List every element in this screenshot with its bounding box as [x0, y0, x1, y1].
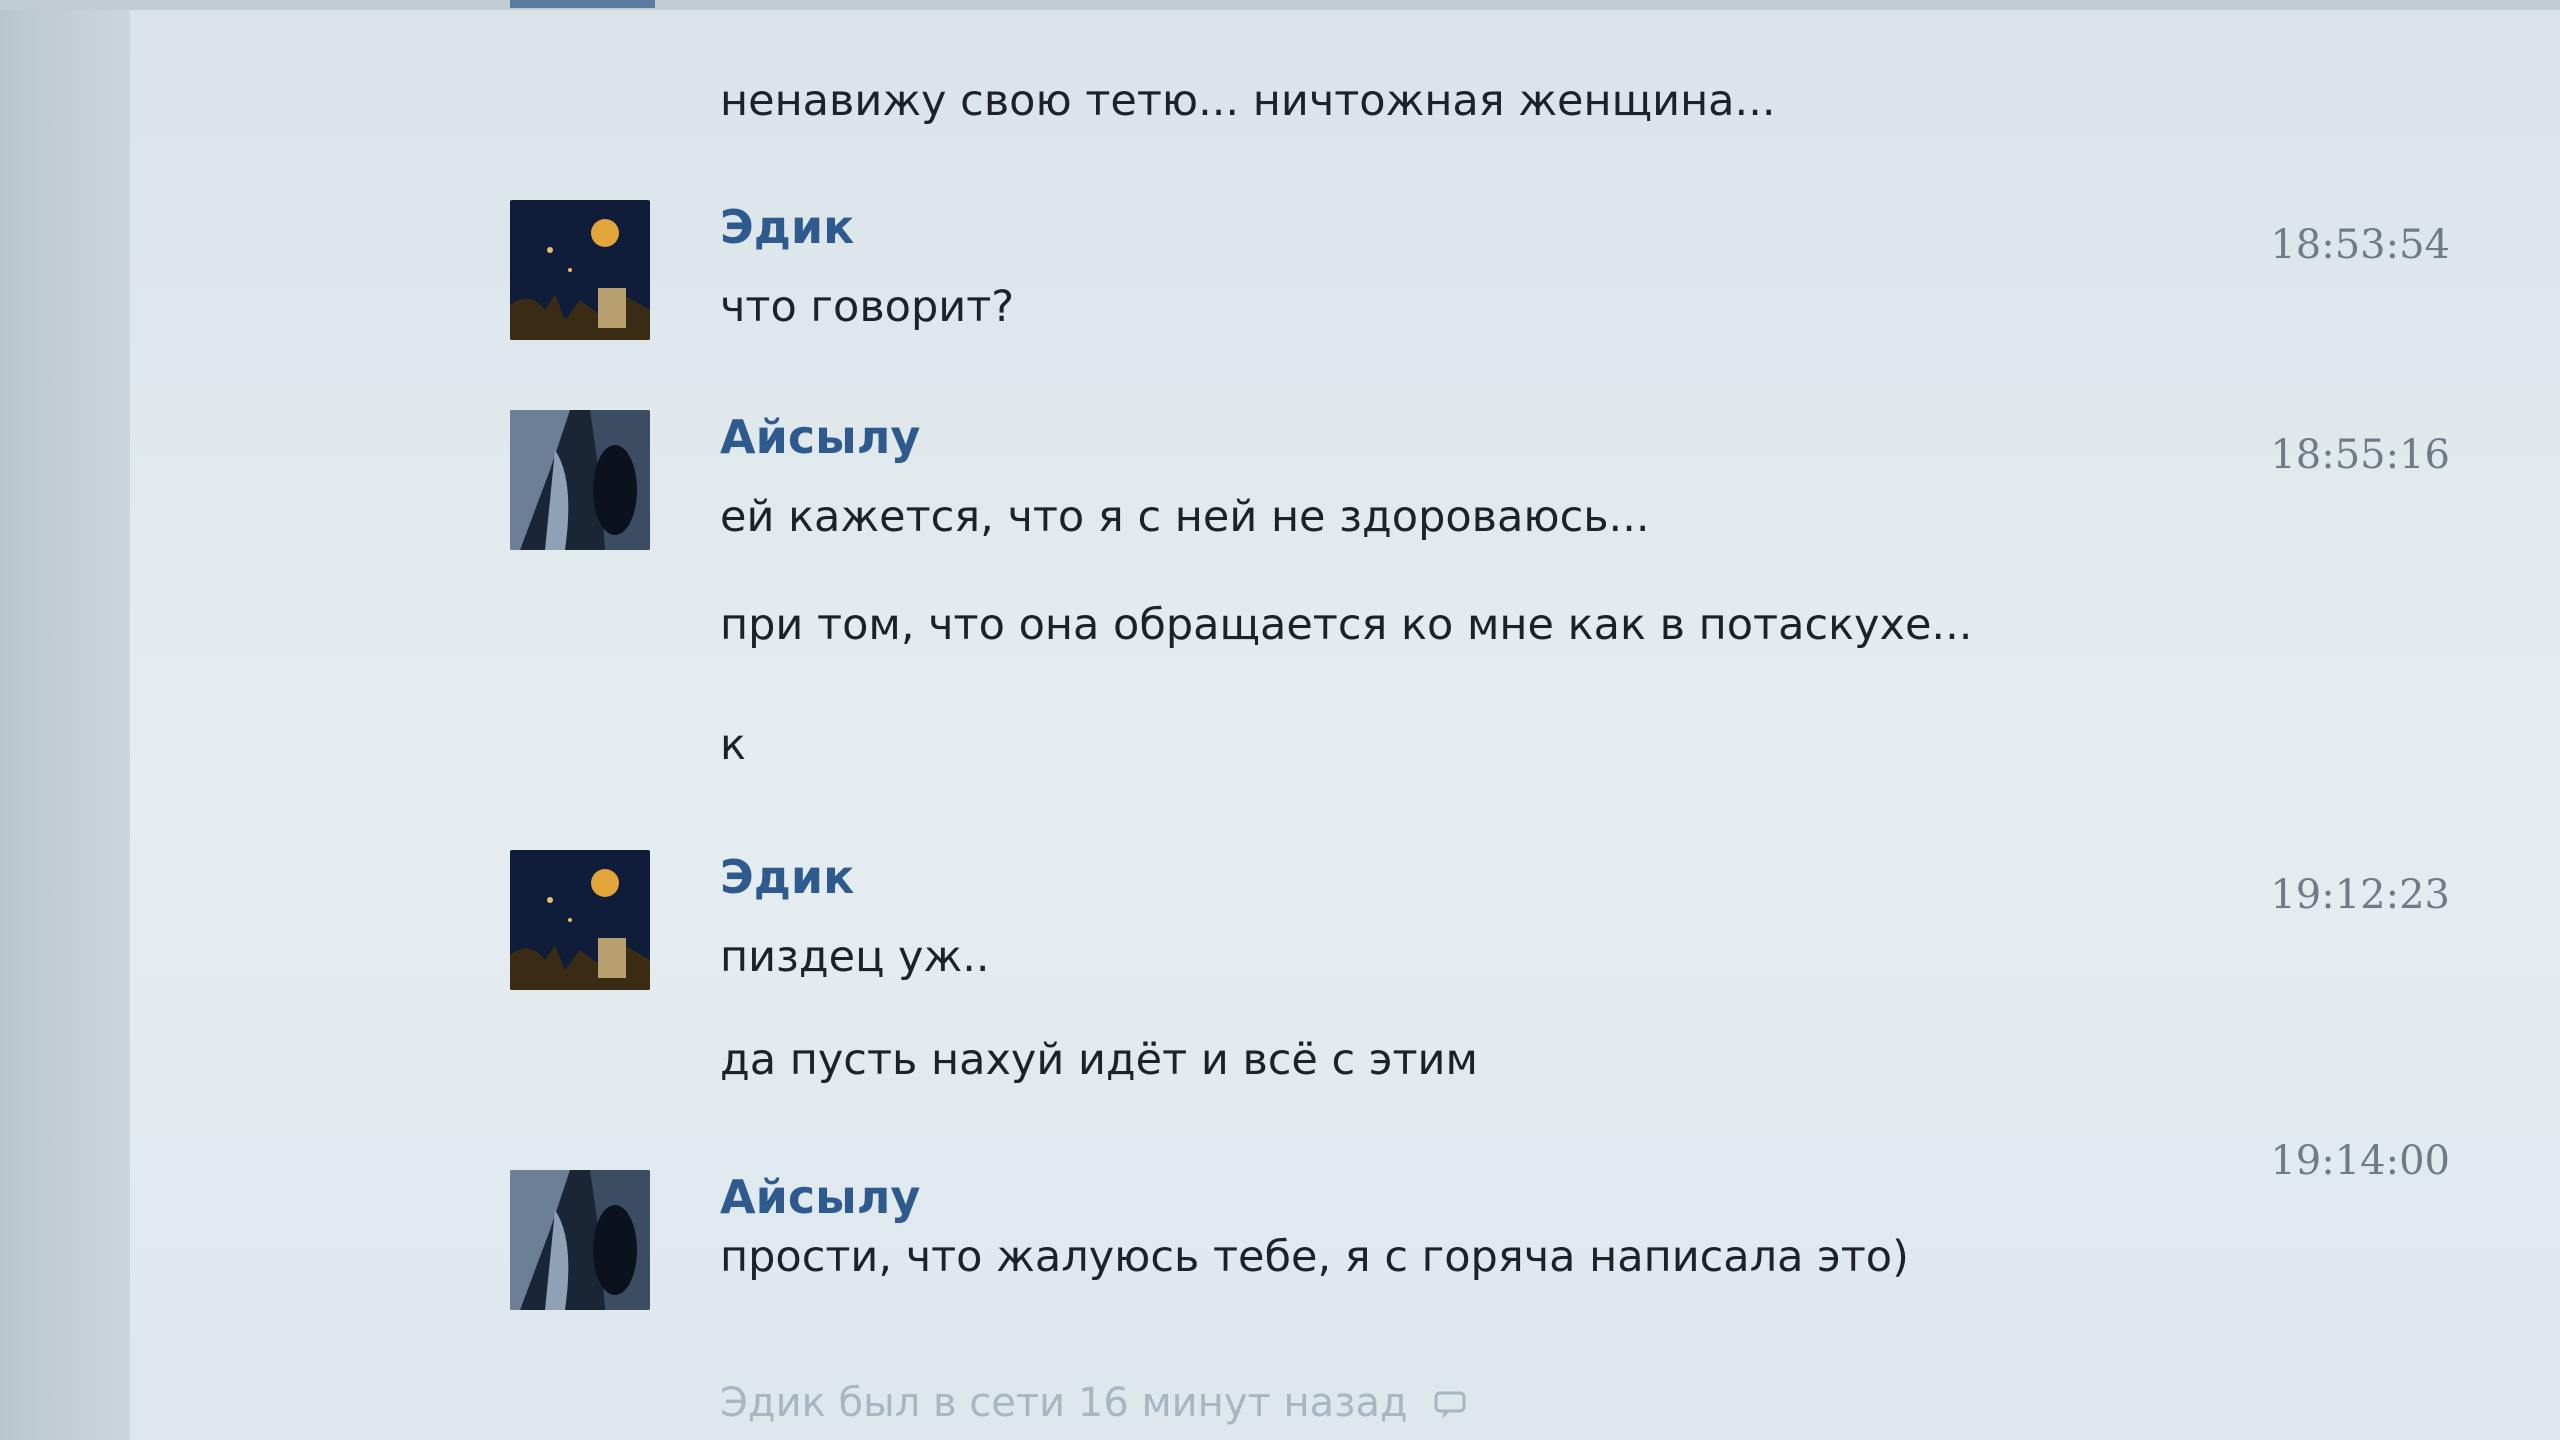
avatar-night-sky-icon: [510, 850, 650, 990]
avatar-aisylu[interactable]: [510, 1170, 650, 1310]
author-name[interactable]: Айсылу: [720, 410, 920, 464]
message-text: что говорит?: [720, 282, 1015, 332]
online-status: Эдик был в сети 16 минут назад: [720, 1380, 1468, 1426]
author-name[interactable]: Эдик: [720, 200, 854, 254]
message-time: 19:14:00: [2270, 1138, 2450, 1184]
message-time: 18:55:16: [2270, 432, 2450, 478]
chat-bubble-icon[interactable]: [1432, 1387, 1468, 1423]
avatar-night-sky-icon: [510, 200, 650, 340]
message-history: ненавижу свою тетю... ничтожная женщина.…: [0, 0, 2560, 1440]
message-text: при том, что она обращается ко мне как в…: [720, 600, 1973, 650]
online-status-text: Эдик был в сети 16 минут назад: [720, 1380, 1408, 1426]
message-text: к: [720, 720, 746, 770]
avatar-photo-icon: [510, 1170, 650, 1310]
avatar-edik[interactable]: [510, 200, 650, 340]
screen: ненавижу свою тетю... ничтожная женщина.…: [0, 0, 2560, 1440]
message-text: да пусть нахуй идёт и всё с этим: [720, 1035, 1478, 1085]
avatar-aisylu[interactable]: [510, 410, 650, 550]
message-text: прости, что жалуюсь тебе, я с горяча нап…: [720, 1232, 1909, 1282]
message-text: пиздец уж..: [720, 932, 990, 982]
author-name[interactable]: Айсылу: [720, 1170, 920, 1224]
message-text: ненавижу свою тетю... ничтожная женщина.…: [720, 76, 1776, 126]
message-time: 18:53:54: [2270, 222, 2450, 268]
avatar-photo-icon: [510, 410, 650, 550]
message-time: 19:12:23: [2270, 872, 2450, 918]
avatar-edik[interactable]: [510, 850, 650, 990]
message-text: ей кажется, что я с ней не здороваюсь...: [720, 492, 1650, 542]
author-name[interactable]: Эдик: [720, 850, 854, 904]
